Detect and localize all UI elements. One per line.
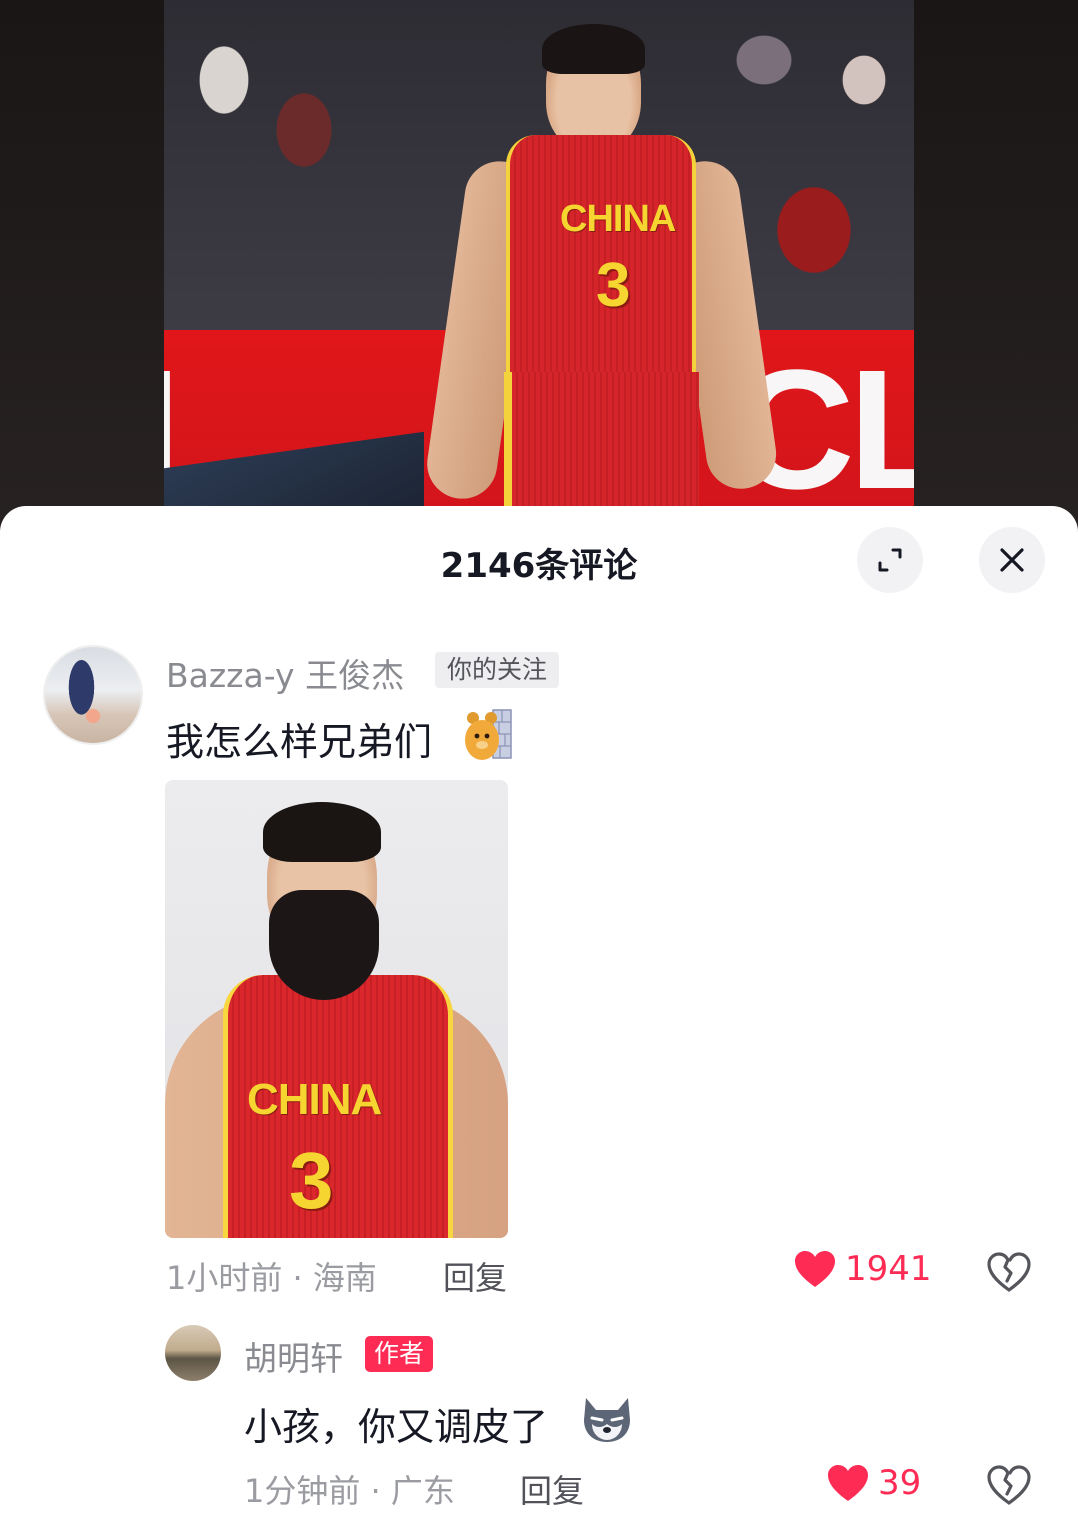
image-jersey-text: CHINA [247,1075,382,1124]
dislike-button[interactable] [986,1251,1032,1297]
reply-button[interactable]: 回复 [443,1253,507,1299]
close-icon [1000,548,1024,572]
expand-button[interactable] [857,527,923,593]
like-count: 39 [878,1463,922,1503]
heart-filled-icon [795,1251,835,1287]
image-jersey-number: 3 [289,1136,334,1225]
comment-image[interactable]: CHINA 3 [165,780,508,1238]
player-hair [542,24,645,74]
image-hair [263,802,381,862]
close-button[interactable] [979,527,1045,593]
comment-sheet: 2146条评论 Bazza-y 王俊杰 你的关注 我怎么样兄弟们 CHINA 3… [0,506,1078,1531]
commenter-avatar[interactable] [43,645,143,745]
video-frame[interactable]: L TCL CHINA 3 [164,0,914,520]
like-button[interactable]: 1941 [793,1249,932,1289]
player-figure: CHINA 3 [422,20,781,520]
dislike-button[interactable] [986,1464,1032,1510]
like-count: 1941 [845,1249,932,1289]
author-avatar[interactable] [165,1325,221,1381]
image-beard [269,890,379,1000]
heart-filled-icon [828,1465,868,1501]
author-username[interactable]: 胡明轩 [244,1332,343,1380]
commenter-username[interactable]: Bazza-y 王俊杰 [166,649,404,697]
comment-meta: 1小时前 · 海南 [166,1259,377,1297]
player-jersey-text: CHINA [560,198,676,240]
following-badge: 你的关注 [435,652,560,688]
reply-text: 小孩，你又调皮了 [244,1405,549,1449]
comment-text: 我怎么样兄弟们 [166,720,433,764]
sheet-header: 2146条评论 [0,506,1078,616]
broken-heart-icon [987,1252,1031,1292]
bear-emoji-icon [465,709,512,760]
author-badge: 作者 [365,1336,434,1372]
reply-meta: 1分钟前 · 广东 [244,1472,455,1510]
wolf-emoji-icon [584,1398,630,1442]
reply-button[interactable]: 回复 [520,1466,584,1512]
broken-heart-icon [987,1465,1031,1505]
expand-icon [878,548,902,572]
player-jersey-number: 3 [596,251,631,320]
like-button[interactable]: 39 [826,1463,921,1503]
player-shorts [504,372,699,520]
